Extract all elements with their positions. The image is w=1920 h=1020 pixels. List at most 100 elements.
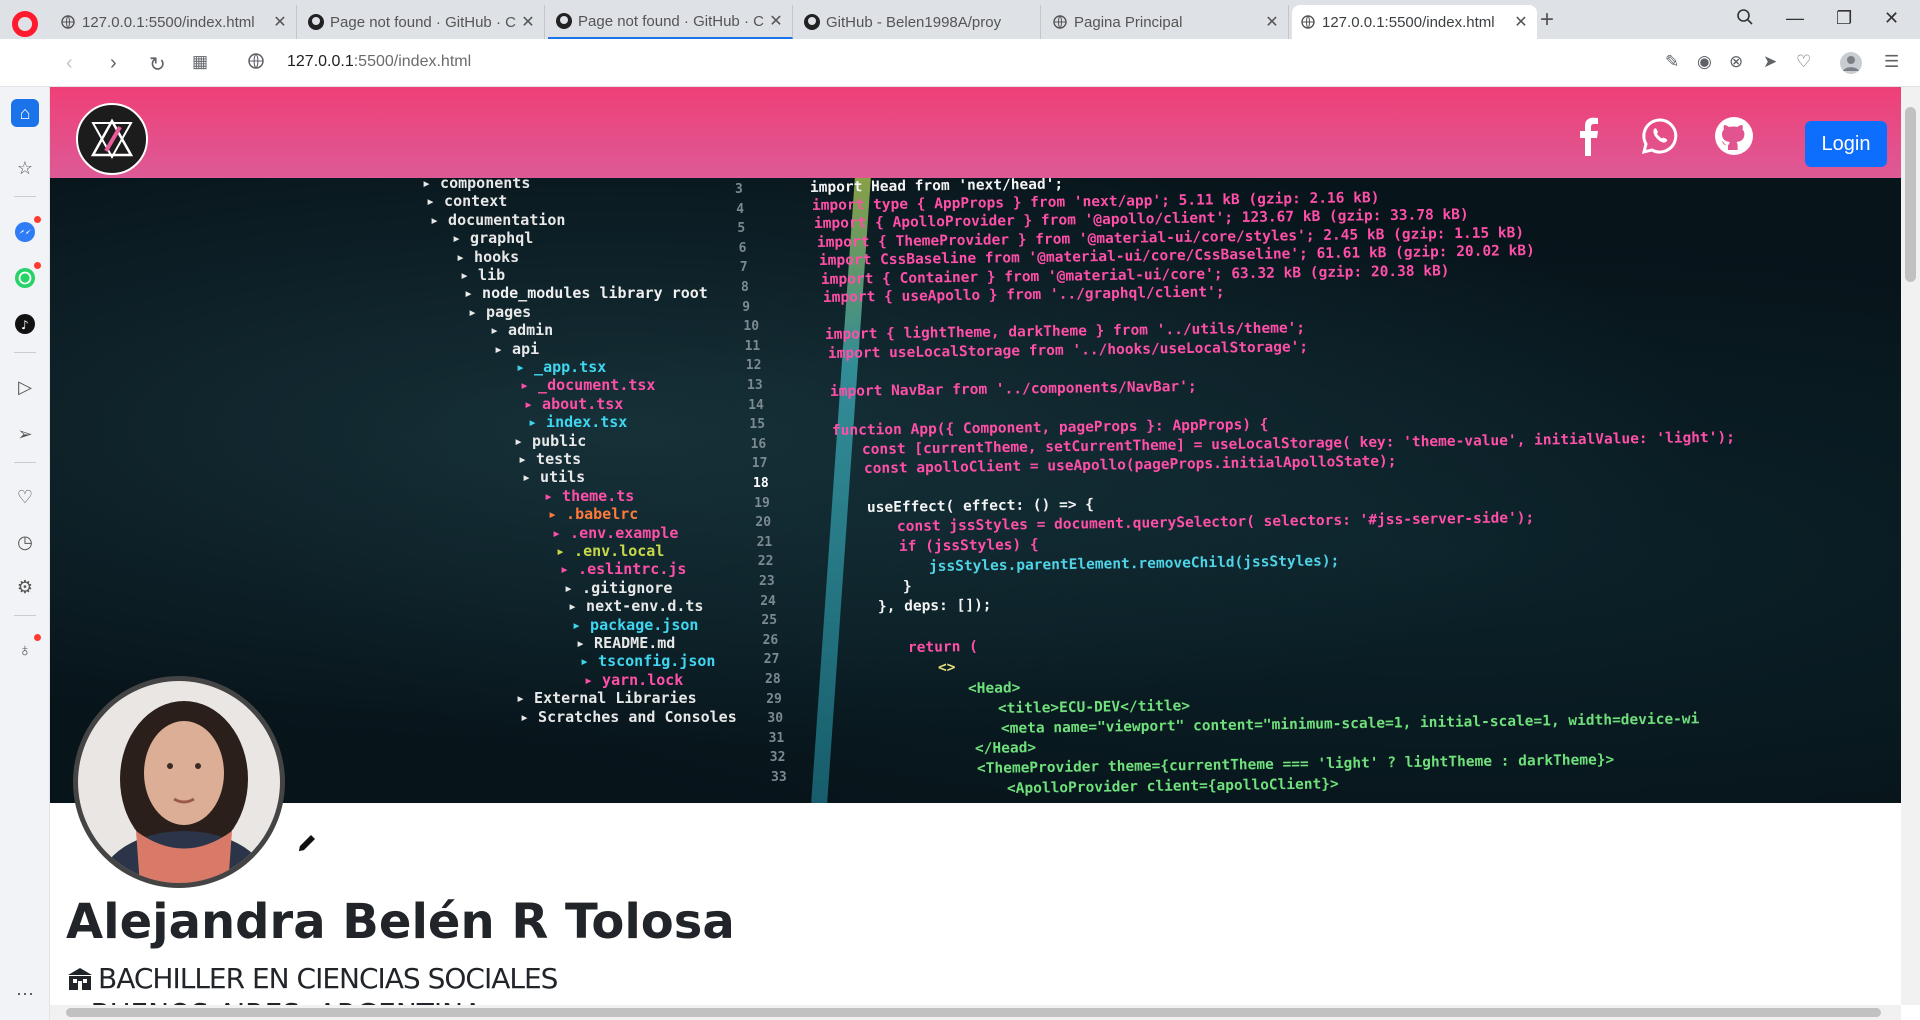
url-field[interactable]: 127.0.0.1:5500/index.html — [287, 53, 471, 71]
star-icon[interactable]: ☆ — [11, 154, 39, 182]
file-tree-item: ▸ tests — [518, 450, 582, 468]
tab-3[interactable]: Page not found · GitHub · C ✕ — [548, 5, 793, 39]
file-tree-item: ▸ documentation — [430, 210, 566, 229]
tab-5[interactable]: Pagina Principal ✕ — [1044, 5, 1289, 39]
close-icon[interactable]: ✕ — [272, 12, 288, 32]
profile-name: Alejandra Belén R Tolosa — [66, 894, 735, 950]
code-logo-icon — [90, 118, 134, 160]
tab-title: GitHub - Belen1998A/proy — [826, 13, 1002, 31]
github-icon — [308, 14, 324, 30]
bookmarks-heart-icon[interactable]: ♡ — [11, 483, 39, 511]
line-number: 22 — [757, 554, 774, 570]
line-number: 9 — [742, 299, 751, 315]
school-icon — [66, 967, 94, 991]
file-tree-item: ▸ hooks — [456, 247, 520, 266]
bookmark-heart-icon[interactable]: ♡ — [1796, 52, 1811, 72]
tab-1[interactable]: 127.0.0.1:5500/index.html ✕ — [52, 5, 297, 39]
file-tree-item: ▸ .babelrc — [548, 505, 639, 524]
camera-icon[interactable]: ◉ — [1697, 52, 1712, 72]
player-icon[interactable]: ▷ — [11, 373, 39, 401]
edit-pencil-icon[interactable] — [296, 832, 318, 854]
degree-text: BACHILLER EN CIENCIAS SOCIALES — [98, 962, 558, 995]
opera-logo-icon[interactable] — [12, 11, 38, 37]
file-tree-item: ▸ .eslintrc.js — [560, 560, 687, 579]
file-tree-item: ▸ .gitignore — [564, 578, 673, 597]
close-icon[interactable]: ✕ — [520, 12, 536, 32]
file-tree-item: ▸ lib — [460, 266, 506, 284]
tab-title: 127.0.0.1:5500/index.html — [1322, 13, 1495, 31]
easy-setup-icon[interactable]: ☰ — [1884, 52, 1899, 72]
line-number: 13 — [747, 378, 763, 393]
file-tree-item: ▸ _document.tsx — [520, 376, 656, 395]
minimize-icon[interactable]: — — [1786, 8, 1804, 29]
messenger-icon[interactable] — [11, 216, 41, 246]
scroll-thumb[interactable] — [66, 1008, 1881, 1017]
line-number: 16 — [750, 436, 767, 452]
flow-send-icon[interactable]: ➢ — [11, 420, 39, 448]
github-icon[interactable] — [1714, 116, 1754, 156]
file-tree-item: ▸ package.json — [572, 615, 699, 634]
file-tree-item: ▸ api — [494, 339, 540, 358]
search-tabs-icon[interactable] — [1736, 8, 1754, 31]
site-logo[interactable] — [76, 103, 148, 175]
back-icon[interactable]: ‹ — [66, 52, 73, 75]
tips-lightbulb-icon[interactable]: ♁ — [11, 634, 41, 664]
line-number: 15 — [749, 417, 766, 433]
vertical-scrollbar[interactable] — [1901, 87, 1920, 1005]
close-icon[interactable]: ✕ — [1264, 12, 1280, 32]
line-number: 14 — [748, 397, 764, 413]
line-number: 3 — [735, 182, 743, 197]
snapshot-edit-icon[interactable]: ✎ — [1665, 52, 1679, 72]
more-icon[interactable]: ⋯ — [11, 980, 39, 1008]
line-number: 24 — [760, 593, 776, 609]
home-icon[interactable]: ⌂ — [11, 99, 39, 127]
line-number: 25 — [761, 613, 778, 629]
code-banner-image: ▸ components ▸ context ▸ documentation ▸ gr… — [50, 178, 1901, 803]
scroll-thumb[interactable] — [1905, 107, 1916, 282]
file-tree-item: ▸ .env.local — [556, 542, 665, 560]
file-tree-item: ▸ about.tsx — [524, 394, 624, 413]
profile-avatar-icon[interactable] — [1840, 52, 1862, 79]
send-icon[interactable]: ➤ — [1763, 52, 1777, 72]
line-number: 33 — [771, 770, 787, 785]
file-tree-item: ▸ README.md — [576, 634, 676, 652]
whatsapp-icon[interactable] — [1640, 116, 1680, 156]
tab-6-active[interactable]: 127.0.0.1:5500/index.html ✕ — [1292, 5, 1537, 39]
new-tab-icon[interactable]: + — [1540, 6, 1554, 34]
forward-icon[interactable]: › — [110, 52, 117, 75]
line-number: 26 — [762, 632, 779, 648]
adblock-icon[interactable]: ⊗ — [1729, 52, 1743, 72]
window-close-icon[interactable]: ✕ — [1884, 8, 1899, 29]
opera-sidebar: ⌂ ☆ ♪ ▷ ➢ ♡ ◷ ⚙ ♁ ⋯ — [0, 87, 50, 1020]
file-tree-item: ▸ .env.example — [552, 523, 679, 542]
site-info-icon[interactable] — [247, 52, 265, 76]
history-icon[interactable]: ◷ — [11, 528, 39, 556]
line-number: 8 — [741, 280, 749, 295]
code-line: <Head> — [968, 680, 1021, 697]
browser-tab-bar: 127.0.0.1:5500/index.html ✕ Page not fou… — [0, 0, 1920, 39]
line-number: 17 — [751, 456, 768, 472]
reload-icon[interactable]: ↻ — [149, 52, 166, 77]
tab-4[interactable]: GitHub - Belen1998A/proy — [796, 5, 1041, 39]
profile-degree: BACHILLER EN CIENCIAS SOCIALES — [66, 962, 558, 995]
tab-title: 127.0.0.1:5500/index.html — [82, 13, 255, 31]
line-number: 6 — [738, 240, 747, 256]
globe-icon — [60, 14, 76, 30]
tab-2[interactable]: Page not found · GitHub · C ✕ — [300, 5, 545, 39]
whatsapp-icon[interactable] — [11, 262, 41, 292]
file-tree-item: ▸ pages — [468, 302, 532, 321]
tiktok-icon[interactable]: ♪ — [11, 310, 39, 338]
settings-icon[interactable]: ⚙ — [11, 573, 39, 601]
tab-title: Pagina Principal — [1074, 13, 1183, 31]
restore-icon[interactable]: ❐ — [1836, 8, 1852, 29]
horizontal-scrollbar[interactable] — [50, 1005, 1901, 1020]
close-icon[interactable]: ✕ — [1513, 12, 1529, 32]
login-button[interactable]: Login — [1805, 121, 1887, 167]
speed-dial-icon[interactable]: ▦ — [192, 52, 208, 72]
line-number: 20 — [755, 515, 772, 531]
close-icon[interactable]: ✕ — [768, 11, 784, 31]
facebook-icon[interactable] — [1568, 116, 1608, 156]
code-line: <title>ECU-DEV</title> — [998, 698, 1191, 717]
line-number: 4 — [736, 201, 745, 217]
line-number: 5 — [737, 221, 746, 237]
